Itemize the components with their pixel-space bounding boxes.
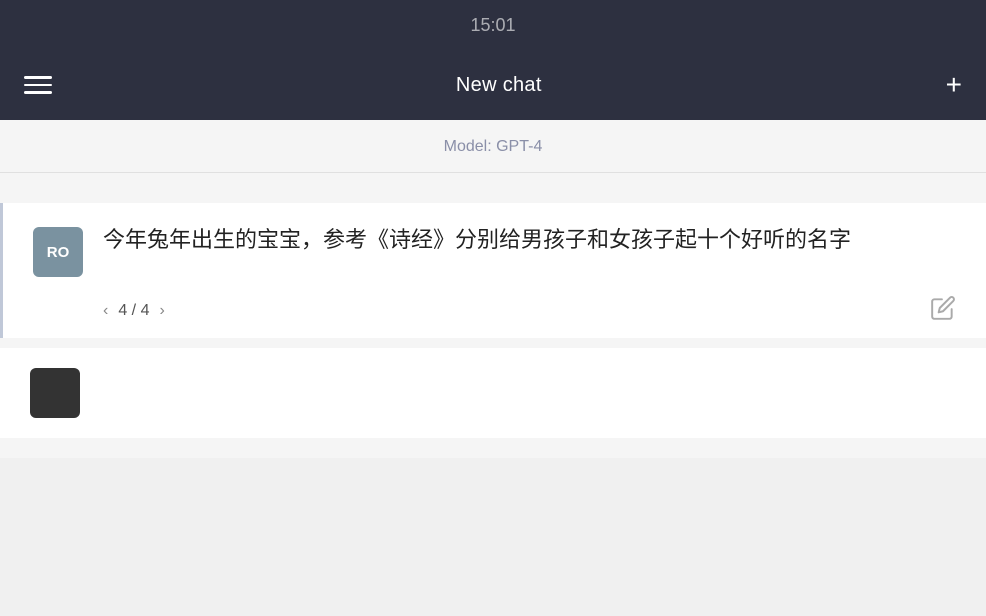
pagination-info: 4 / 4 <box>118 302 149 320</box>
menu-icon-line2 <box>24 84 52 87</box>
pagination-next-button[interactable]: › <box>159 302 164 320</box>
menu-icon-line3 <box>24 91 52 94</box>
app-header: New chat + <box>0 50 986 120</box>
assistant-message-partial <box>0 348 986 438</box>
menu-icon-line1 <box>24 76 52 79</box>
edit-message-button[interactable] <box>930 295 956 326</box>
page-title: New chat <box>456 74 542 97</box>
message-row: RO 今年兔年出生的宝宝，参考《诗经》分别给男孩子和女孩子起十个好听的名字 <box>33 223 956 277</box>
pagination-control: ‹ 4 / 4 › <box>103 302 165 320</box>
assistant-avatar <box>30 368 80 418</box>
edit-icon <box>930 295 956 321</box>
model-label-bar: Model: GPT-4 <box>0 120 986 173</box>
chat-area: RO 今年兔年出生的宝宝，参考《诗经》分别给男孩子和女孩子起十个好听的名字 ‹ … <box>0 173 986 458</box>
top-bar-partial: 15:01 <box>0 0 986 50</box>
time-display: 15:01 <box>470 15 515 36</box>
message-text: 今年兔年出生的宝宝，参考《诗经》分别给男孩子和女孩子起十个好听的名字 <box>103 223 956 256</box>
user-avatar: RO <box>33 227 83 277</box>
main-content: Model: GPT-4 RO 今年兔年出生的宝宝，参考《诗经》分别给男孩子和女… <box>0 120 986 458</box>
menu-button[interactable] <box>24 76 52 94</box>
message-footer: ‹ 4 / 4 › <box>33 295 956 326</box>
model-label: Model: GPT-4 <box>444 138 543 156</box>
user-message-block: RO 今年兔年出生的宝宝，参考《诗经》分别给男孩子和女孩子起十个好听的名字 ‹ … <box>0 203 986 338</box>
pagination-prev-button[interactable]: ‹ <box>103 302 108 320</box>
new-chat-button[interactable]: + <box>946 71 962 99</box>
